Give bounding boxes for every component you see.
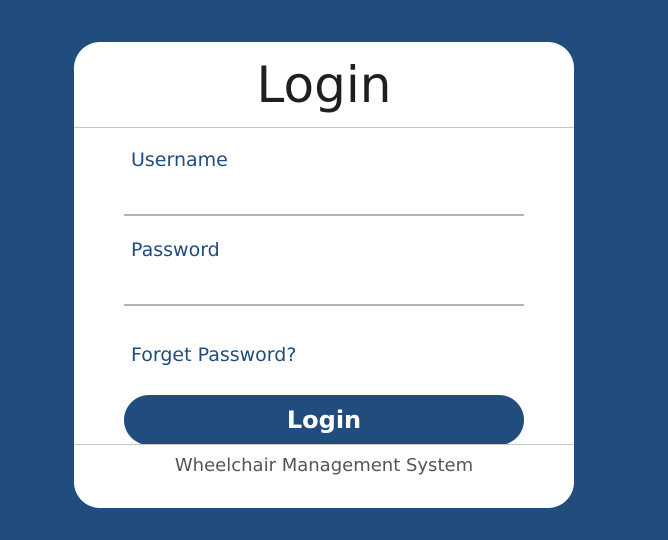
login-button[interactable]: Login — [124, 395, 524, 445]
username-label: Username — [131, 149, 228, 171]
username-input[interactable] — [124, 184, 524, 216]
header-divider — [74, 127, 574, 128]
password-label: Password — [131, 239, 220, 261]
login-title: Login — [256, 55, 392, 114]
password-input[interactable] — [124, 274, 524, 306]
footer-divider — [74, 444, 574, 445]
forgot-password-link[interactable]: Forget Password? — [131, 344, 296, 366]
footer-text: Wheelchair Management System — [174, 455, 474, 476]
login-card: Login Username Password Forget Password?… — [74, 42, 574, 508]
